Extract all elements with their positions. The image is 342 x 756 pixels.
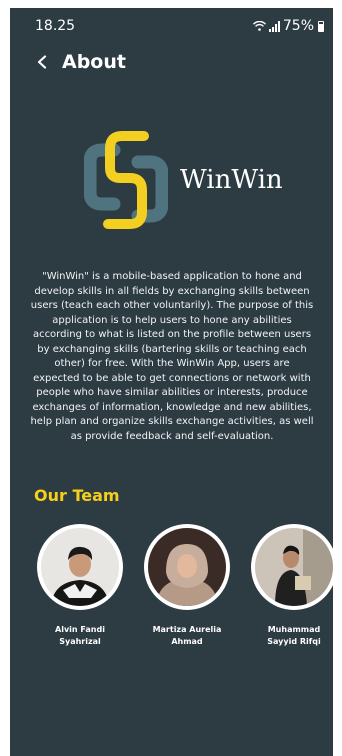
battery-percent: 75% <box>282 18 314 34</box>
member-name: Muhammad Sayyid Rifqi <box>267 625 321 646</box>
status-time: 18.25 <box>35 18 76 34</box>
brand-name: WinWin <box>180 165 283 195</box>
wifi-icon <box>252 21 266 31</box>
app-header: About <box>10 46 333 78</box>
member-name: Martiza Aurelia Ahmad <box>152 625 222 646</box>
team-carousel[interactable]: Alvin Fandi Syahrizal Martiza Aurelia Ah… <box>10 524 333 674</box>
status-bar: 18.25 75% <box>10 8 333 44</box>
team-member-card[interactable]: Muhammad Sayyid Rifqi <box>249 524 333 648</box>
about-screen: 18.25 75% About WinWin "WinWin" is a mob… <box>10 8 333 756</box>
battery-icon <box>318 20 324 32</box>
person-photo-icon <box>148 528 226 606</box>
person-photo-icon <box>41 528 119 606</box>
person-photo-icon <box>255 528 333 606</box>
back-arrow-icon[interactable] <box>32 52 52 72</box>
team-member-card[interactable]: Martiza Aurelia Ahmad <box>142 524 232 648</box>
avatar <box>251 524 333 610</box>
team-member-card[interactable]: Alvin Fandi Syahrizal <box>35 524 125 648</box>
about-description: "WinWin" is a mobile-based application t… <box>30 271 314 442</box>
avatar <box>37 524 123 610</box>
winwin-logo-icon <box>84 131 168 229</box>
brand-logo: WinWin <box>84 120 284 240</box>
avatar <box>144 524 230 610</box>
member-name: Alvin Fandi Syahrizal <box>55 625 105 646</box>
team-section-title: Our Team <box>34 486 120 505</box>
status-icons: 75% <box>252 18 324 34</box>
page-title: About <box>62 51 126 73</box>
signal-icon <box>268 20 280 32</box>
